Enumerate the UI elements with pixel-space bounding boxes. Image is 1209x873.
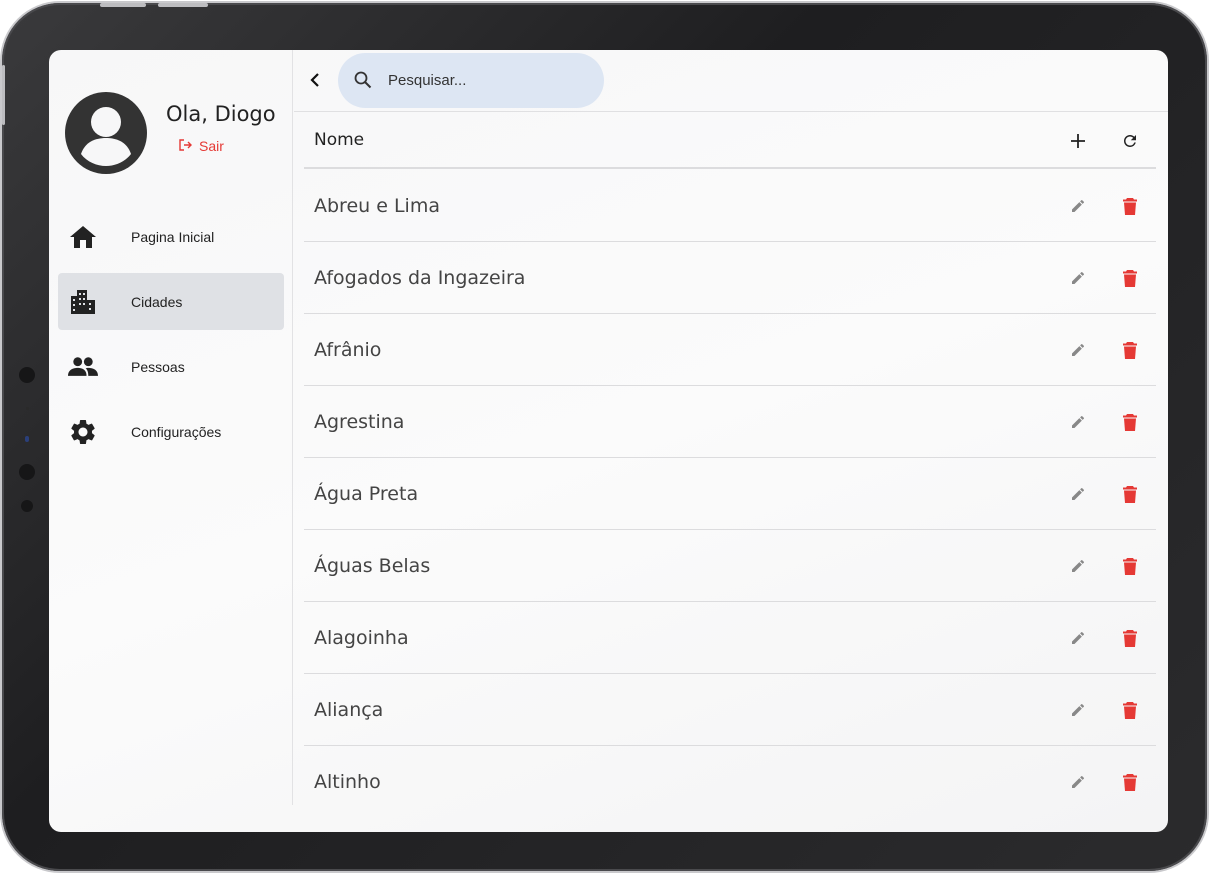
edit-button[interactable] xyxy=(1068,628,1088,648)
sidebar-nav: Pagina Inicial Cidades Pessoas Configura… xyxy=(58,208,284,468)
table-header: Nome xyxy=(304,112,1156,169)
edit-button[interactable] xyxy=(1068,556,1088,576)
pencil-icon xyxy=(1072,199,1085,212)
city-icon xyxy=(68,287,98,317)
trash-icon xyxy=(1123,269,1137,287)
sidebar-item-pessoas[interactable]: Pessoas xyxy=(58,338,284,395)
trash-icon xyxy=(1123,413,1137,431)
table-row: Alagoinha xyxy=(304,602,1156,674)
trash-icon xyxy=(1123,197,1137,215)
side-button xyxy=(2,65,5,125)
city-name: Afrânio xyxy=(314,339,382,361)
logout-icon xyxy=(179,138,193,154)
delete-button[interactable] xyxy=(1120,556,1140,576)
search-icon xyxy=(354,71,372,89)
city-name: Agrestina xyxy=(314,411,405,433)
chevron-left-icon xyxy=(310,73,319,87)
plus-icon xyxy=(1071,134,1085,148)
pencil-icon xyxy=(1072,415,1085,428)
logout-label: Sair xyxy=(199,138,224,154)
sidebar-item-label: Configurações xyxy=(131,423,222,440)
edit-button[interactable] xyxy=(1068,772,1088,792)
delete-button[interactable] xyxy=(1120,700,1140,720)
delete-button[interactable] xyxy=(1120,268,1140,288)
camera-lens xyxy=(25,436,29,442)
table-row: Águas Belas xyxy=(304,530,1156,602)
edit-button[interactable] xyxy=(1068,484,1088,504)
main-content: Nome Abreu e Lima xyxy=(294,50,1168,832)
logout-button[interactable]: Sair xyxy=(179,138,224,154)
table-row: Afrânio xyxy=(304,314,1156,386)
trash-icon xyxy=(1123,341,1137,359)
table-row: Aliança xyxy=(304,674,1156,746)
table-row: Afogados da Ingazeira xyxy=(304,242,1156,314)
table-row: Abreu e Lima xyxy=(304,170,1156,242)
table-row: Água Preta xyxy=(304,458,1156,530)
delete-button[interactable] xyxy=(1120,412,1140,432)
people-icon xyxy=(68,352,98,382)
refresh-button[interactable] xyxy=(1118,129,1142,153)
table-row: Altinho xyxy=(304,746,1156,818)
edit-button[interactable] xyxy=(1068,412,1088,432)
delete-button[interactable] xyxy=(1120,196,1140,216)
tablet-frame: Ola, Diogo Sair Pagina Inicial Cidades P… xyxy=(2,3,1207,871)
camera-sensor xyxy=(19,367,35,383)
trash-icon xyxy=(1123,701,1137,719)
edit-button[interactable] xyxy=(1068,196,1088,216)
camera-sensor xyxy=(21,500,33,512)
column-header-name: Nome xyxy=(314,129,365,150)
city-list: Abreu e Lima Afogados da Ingazeira Afrân… xyxy=(304,170,1156,818)
sidebar-item-pagina-inicial[interactable]: Pagina Inicial xyxy=(58,208,284,265)
sidebar-item-configuracoes[interactable]: Configurações xyxy=(58,403,284,460)
app-screen: Ola, Diogo Sair Pagina Inicial Cidades P… xyxy=(49,50,1168,832)
pencil-icon xyxy=(1072,343,1085,356)
pencil-icon xyxy=(1072,559,1085,572)
pencil-icon xyxy=(1072,271,1085,284)
refresh-icon xyxy=(1124,135,1136,147)
volume-button xyxy=(100,3,146,7)
avatar xyxy=(65,92,147,174)
search-bar xyxy=(338,53,604,108)
city-name: Água Preta xyxy=(314,483,419,505)
toolbar xyxy=(294,50,1168,112)
pencil-icon xyxy=(1072,775,1085,788)
sidebar-item-label: Pagina Inicial xyxy=(131,228,215,245)
edit-button[interactable] xyxy=(1068,268,1088,288)
table-row: Agrestina xyxy=(304,386,1156,458)
camera-sensor xyxy=(19,464,35,480)
edit-button[interactable] xyxy=(1068,340,1088,360)
pencil-icon xyxy=(1072,487,1085,500)
delete-button[interactable] xyxy=(1120,772,1140,792)
pencil-icon xyxy=(1072,703,1085,716)
add-button[interactable] xyxy=(1066,129,1090,153)
city-name: Alagoinha xyxy=(314,627,409,649)
trash-icon xyxy=(1123,773,1137,791)
trash-icon xyxy=(1123,557,1137,575)
city-name: Afogados da Ingazeira xyxy=(314,267,526,289)
delete-button[interactable] xyxy=(1120,628,1140,648)
city-name: Altinho xyxy=(314,771,381,793)
city-name: Águas Belas xyxy=(314,555,431,577)
trash-icon xyxy=(1123,485,1137,503)
gear-icon xyxy=(68,417,98,447)
city-name: Abreu e Lima xyxy=(314,195,440,217)
sensor-dot xyxy=(26,407,29,410)
edit-button[interactable] xyxy=(1068,700,1088,720)
sidebar-item-cidades[interactable]: Cidades xyxy=(58,273,284,330)
sidebar-item-label: Pessoas xyxy=(131,358,185,375)
home-icon xyxy=(68,222,98,252)
power-button xyxy=(158,3,208,7)
delete-button[interactable] xyxy=(1120,340,1140,360)
back-button[interactable] xyxy=(306,70,324,90)
trash-icon xyxy=(1123,629,1137,647)
delete-button[interactable] xyxy=(1120,484,1140,504)
user-greeting: Ola, Diogo xyxy=(166,102,276,126)
sidebar: Ola, Diogo Sair Pagina Inicial Cidades P… xyxy=(49,50,293,805)
city-name: Aliança xyxy=(314,699,384,721)
pencil-icon xyxy=(1072,631,1085,644)
sidebar-item-label: Cidades xyxy=(131,293,183,310)
search-input[interactable] xyxy=(388,67,588,93)
